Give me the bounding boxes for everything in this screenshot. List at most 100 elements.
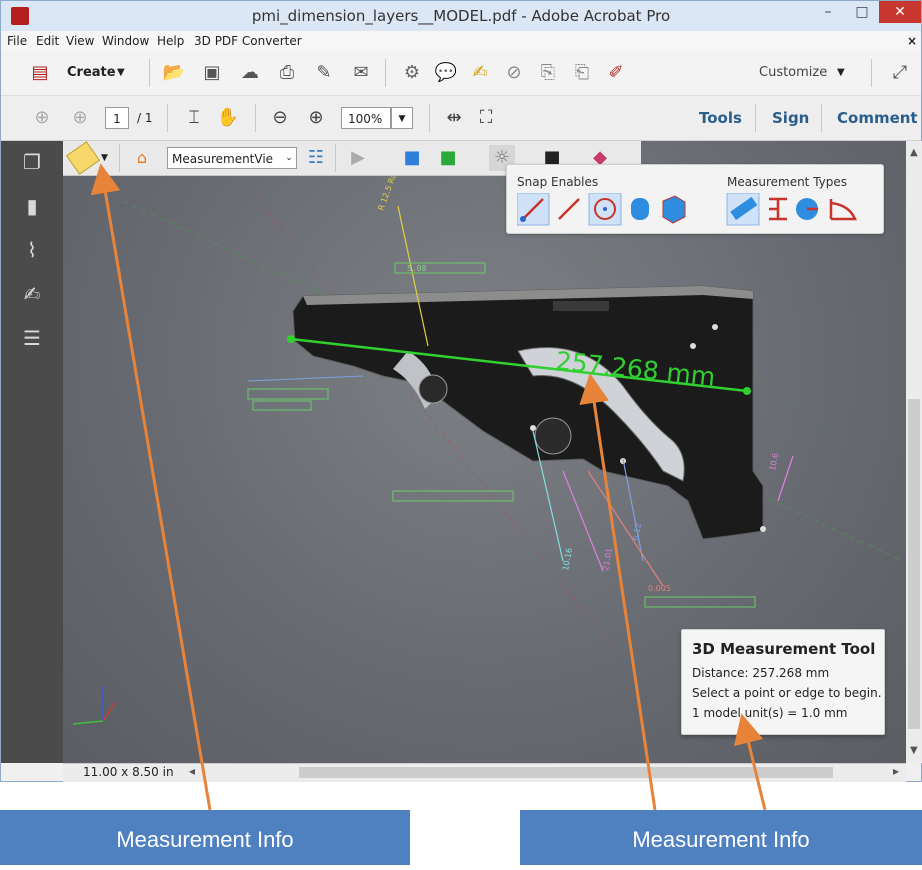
vertical-scroll-thumb[interactable] [908, 399, 920, 729]
settings-gear-icon[interactable]: ⚙ [399, 60, 425, 86]
page-number-input[interactable]: 1 [105, 107, 129, 129]
info-unit-scale: 1 model unit(s) = 1.0 mm [692, 706, 848, 720]
page-size-readout: 11.00 x 8.50 in [83, 765, 174, 779]
bookmarks-icon[interactable]: ▮ [19, 193, 45, 219]
sign-pane-button[interactable]: Sign [772, 96, 809, 140]
document-close-icon[interactable]: × [907, 31, 917, 51]
snap-cylinder-icon[interactable] [631, 198, 649, 220]
acrobat-window: pmi_dimension_layers__MODEL.pdf - Adobe … [0, 0, 922, 782]
menu-edit[interactable]: Edit [36, 31, 59, 51]
play-animation-icon[interactable]: ▶ [345, 145, 371, 171]
print-icon[interactable]: ⎙ [274, 60, 300, 86]
page-thumbnails-icon[interactable]: ❐ [19, 149, 45, 175]
select-cursor-icon[interactable]: ⌶ [181, 105, 207, 131]
home-view-icon[interactable]: ⌂ [129, 145, 155, 171]
snap-point-icon[interactable] [517, 193, 550, 226]
document-stamp-icon[interactable]: ⎘ [535, 60, 561, 86]
customize-button[interactable]: Customize [759, 60, 827, 86]
navigation-sidebar: ❐ ▮ ⌇ ✍ ☰ [1, 141, 63, 763]
measurement-options-panel: Snap Enables Measurement Types [506, 164, 884, 234]
page-total: / 1 [137, 111, 153, 125]
next-page-icon[interactable]: ⊕ [67, 105, 93, 131]
export-icon[interactable]: ⎗ [569, 60, 595, 86]
email-icon[interactable]: ✉ [348, 60, 374, 86]
attachments-paperclip-icon[interactable]: ⌇ [19, 237, 45, 263]
model-tree-icon[interactable]: ☰ [19, 325, 45, 351]
measurement-options-icons [517, 193, 857, 226]
left-callout-label: Measurement Info [0, 810, 410, 865]
stamp-icon[interactable]: ⊘ [501, 60, 527, 86]
angle-measurement-icon[interactable] [829, 199, 857, 221]
create-pdf-icon: ▤ [31, 62, 49, 83]
sign-document-icon[interactable]: ✐ [603, 60, 629, 86]
measurement-tool-dropdown-icon[interactable]: ▼ [101, 145, 108, 171]
scroll-right-icon[interactable]: ▸ [893, 764, 899, 778]
save-icon[interactable]: ▣ [199, 60, 225, 86]
projection-cube-icon[interactable]: ■ [399, 145, 425, 171]
model-tree-toggle-icon[interactable]: ☷ [303, 145, 329, 171]
pmi-value-1: 10.16 [561, 547, 574, 571]
maximize-button[interactable]: □ [845, 1, 879, 23]
fit-width-icon[interactable]: ⇹ [441, 105, 467, 131]
window-title: pmi_dimension_layers__MODEL.pdf - Adobe … [251, 7, 671, 25]
render-mode-cube-icon[interactable]: ■ [435, 145, 461, 171]
pmi-value-5: 10.6 [768, 452, 780, 471]
menu-help[interactable]: Help [157, 31, 184, 51]
title-bar: pmi_dimension_layers__MODEL.pdf - Adobe … [1, 1, 921, 31]
scroll-down-icon[interactable]: ▼ [910, 745, 918, 756]
comment-bubble-icon[interactable]: 💬 [433, 60, 459, 86]
measurement-tool-icon[interactable] [65, 141, 101, 175]
view-select-chevron-icon[interactable]: ⌄ [281, 147, 297, 169]
snap-plane-icon[interactable] [662, 195, 686, 224]
tools-pane-button[interactable]: Tools [699, 96, 742, 140]
main-toolbar: ▤ Create ▼ 📂 ▣ ☁ ⎙ ✎ ✉ ⚙ 💬 ✍ ⊘ ⎘ ⎗ ✐ Cus… [1, 51, 921, 96]
info-box-title: 3D Measurement Tool [692, 640, 876, 658]
signatures-icon[interactable]: ✍ [19, 281, 45, 307]
edit-document-icon[interactable]: ✎ [311, 60, 337, 86]
menu-bar: File Edit View Window Help 3D PDF Conver… [1, 31, 921, 51]
info-distance: Distance: 257.268 mm [692, 666, 830, 680]
radial-measurement-icon[interactable] [796, 198, 818, 220]
pmi-value-2: 21.01 [601, 547, 614, 571]
zoom-input[interactable]: 100% [341, 107, 391, 129]
zoom-dropdown-icon[interactable]: ▼ [391, 107, 413, 129]
snap-edge-icon[interactable] [558, 198, 580, 220]
close-button[interactable]: ✕ [879, 1, 921, 23]
fit-page-icon[interactable]: ⛶ [473, 105, 499, 131]
minimize-button[interactable]: – [811, 1, 845, 23]
page-toolbar: ⊕ ⊕ 1 / 1 ⌶ ✋ ⊖ ⊕ 100% ▼ ⇹ ⛶ Tools Sign … [1, 96, 921, 141]
measurement-info-box: 3D Measurement Tool Distance: 257.268 mm… [681, 629, 885, 735]
snap-circle-icon[interactable] [588, 193, 622, 226]
expand-view-icon[interactable]: ⤢ [887, 60, 913, 86]
open-folder-icon[interactable]: 📂 [161, 60, 187, 86]
measurement-types-label: Measurement Types [727, 175, 848, 189]
scroll-left-icon[interactable]: ◂ [189, 764, 195, 778]
info-instruction: Select a point or edge to begin. [692, 686, 882, 700]
menu-view[interactable]: View [66, 31, 94, 51]
snap-enables-label: Snap Enables [517, 175, 599, 189]
view-select[interactable]: MeasurementVie [167, 147, 297, 169]
scroll-up-icon[interactable]: ▲ [910, 147, 918, 158]
pmi-small-dimension: 5.08 [407, 264, 426, 273]
right-callout-label: Measurement Info [520, 810, 922, 865]
pmi-value-3: 6.12 [631, 522, 643, 541]
perpendicular-measurement-icon[interactable] [769, 197, 787, 221]
menu-window[interactable]: Window [102, 31, 149, 51]
zoom-in-icon[interactable]: ⊕ [303, 105, 329, 131]
menu-3d-pdf-converter[interactable]: 3D PDF Converter [194, 31, 302, 51]
menu-file[interactable]: File [7, 31, 27, 51]
create-dropdown-icon[interactable]: ▼ [117, 60, 125, 86]
zoom-out-icon[interactable]: ⊖ [267, 105, 293, 131]
status-bar: 11.00 x 8.50 in ◂ ▸ [63, 763, 906, 782]
cloud-upload-icon[interactable]: ☁ [237, 60, 263, 86]
customize-dropdown-icon[interactable]: ▼ [837, 60, 845, 86]
distance-measurement-icon[interactable] [726, 193, 760, 226]
pmi-value-4: 0.005 [648, 584, 671, 593]
hand-tool-icon[interactable]: ✋ [215, 105, 241, 131]
create-button[interactable]: Create [67, 60, 116, 86]
horizontal-scroll-thumb[interactable] [299, 767, 833, 778]
vertical-scrollbar[interactable]: ▲ ▼ [906, 141, 922, 763]
comment-pane-button[interactable]: Comment [837, 96, 918, 140]
highlight-icon[interactable]: ✍ [467, 60, 493, 86]
previous-page-icon[interactable]: ⊕ [29, 105, 55, 131]
